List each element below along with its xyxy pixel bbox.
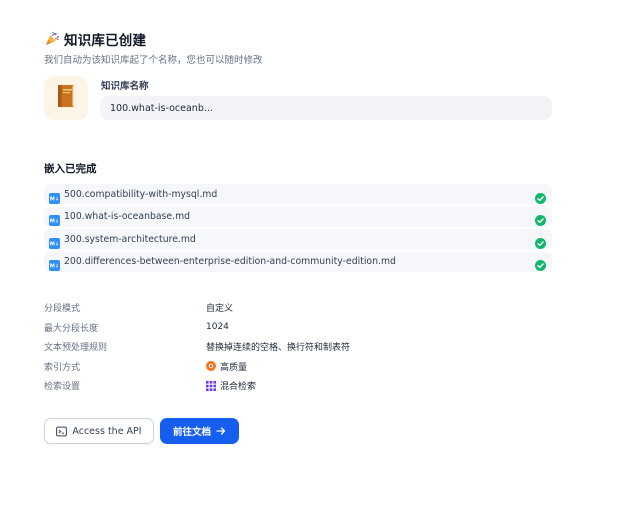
book-tile [44,76,88,120]
title-row: 知识库已创建 [44,30,564,49]
knowledge-name-label: 知识库名称 [101,81,149,92]
setting-value: 替换掉连续的空格、换行符和制表符 [206,343,351,354]
setting-row-preprocess-rules: 文本预处理规则 替换掉连续的空格、换行符和制表符 [44,337,564,357]
file-row: M↓ 100.what-is-oceanbase.md [44,206,552,227]
setting-value: 高质量 [220,362,248,373]
go-to-documents-label: 前往文档 [172,427,211,438]
embedding-completed-title: 嵌入已完成 [44,163,97,175]
file-name: 500.compatibility-with-mysql.md [64,188,218,200]
party-popper-icon [44,31,60,47]
markdown-file-icon: M↓ [49,189,60,204]
markdown-file-icon: M↓ [49,234,60,249]
setting-value: 混合检索 [220,382,257,393]
file-name: 300.system-architecture.md [64,233,196,245]
svg-text:M↓: M↓ [50,196,59,202]
file-row: M↓ 500.compatibility-with-mysql.md [44,184,552,204]
check-circle-icon [535,234,546,249]
knowledge-name-section: 知识库名称 100.what-is-oceanb... [44,76,564,124]
processing-settings: 分段模式 自定义 最大分段长度 1024 文本预处理规则 替换掉连续的空格、换行… [44,298,564,396]
knowledge-name-input[interactable]: 100.what-is-oceanb... [100,96,552,120]
access-api-button[interactable]: Access the API [44,418,154,444]
action-bar: Access the API 前往文档 [44,418,239,444]
file-row: M↓ 200.differences-between-enterprise-ed… [44,251,552,272]
setting-key: 文本预处理规则 [44,343,108,354]
setting-value: 自定义 [206,304,234,315]
setting-key: 分段模式 [44,304,81,315]
setting-row-index-mode: 索引方式 高质量 [44,357,564,377]
setting-row-segment-mode: 分段模式 自定义 [44,298,564,318]
setting-value-wrap: 混合检索 [206,379,256,392]
terminal-icon [56,426,68,437]
go-to-documents-button[interactable]: 前往文档 [160,418,239,444]
setting-key: 索引方式 [44,362,81,373]
setting-value: 1024 [206,322,229,333]
arrow-right-icon [216,426,226,436]
access-api-label: Access the API [72,425,142,437]
page-title: 知识库已创建 [64,33,147,49]
markdown-file-icon: M↓ [49,211,60,226]
book-icon [54,83,78,113]
hybrid-search-icon [206,380,216,391]
setting-row-max-length: 最大分段长度 1024 [44,318,564,338]
setting-key: 最大分段长度 [44,323,99,334]
setting-row-retrieval: 检索设置 混合检索 [44,376,564,396]
page-subtitle: 我们自动为该知识库起了个名称，您也可以随时修改 [44,55,263,66]
high-quality-icon [206,361,216,372]
check-circle-icon [535,189,546,204]
embedded-file-list: M↓ 500.compatibility-with-mysql.md M↓ 10… [44,184,552,274]
svg-text:M↓: M↓ [50,264,59,270]
setting-value-wrap: 高质量 [206,360,247,373]
svg-text:M↓: M↓ [50,241,59,247]
file-name: 200.differences-between-enterprise-editi… [64,256,396,267]
check-circle-icon [535,256,546,271]
svg-text:M↓: M↓ [50,219,59,225]
check-circle-icon [535,211,546,226]
file-name: 100.what-is-oceanbase.md [64,211,191,222]
knowledge-created-page: 知识库已创建 我们自动为该知识库起了个名称，您也可以随时修改 知识库名称 100… [0,0,621,508]
markdown-file-icon: M↓ [49,256,60,271]
page-header: 知识库已创建 我们自动为该知识库起了个名称，您也可以随时修改 [44,30,564,66]
setting-key: 检索设置 [44,382,81,393]
file-row: M↓ 300.system-architecture.md [44,229,552,249]
